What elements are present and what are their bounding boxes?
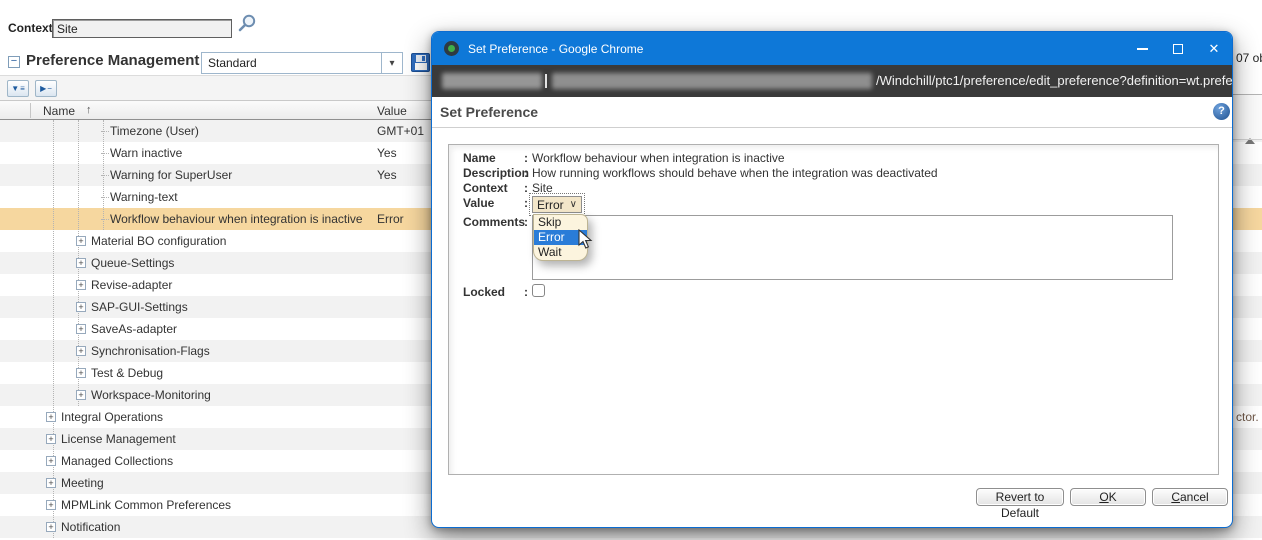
preference-name: SAP-GUI-Settings xyxy=(91,300,188,314)
window-titlebar[interactable]: Set Preference - Google Chrome ✕ xyxy=(432,32,1232,65)
collapse-all-button[interactable]: ▼≡ xyxy=(7,80,29,97)
preference-value: Yes xyxy=(377,168,397,182)
preference-name: Warning for SuperUser xyxy=(110,168,232,182)
description-label: Description xyxy=(463,166,529,180)
revert-to-default-button[interactable]: Revert to Default xyxy=(976,488,1064,506)
set-preference-window: Set Preference - Google Chrome ✕ /Windch… xyxy=(431,31,1233,528)
expand-icon[interactable]: + xyxy=(46,522,56,532)
preference-value: Yes xyxy=(377,146,397,160)
expand-icon[interactable]: + xyxy=(76,236,86,246)
preference-value: Error xyxy=(377,212,404,226)
preference-name: Timezone (User) xyxy=(110,124,199,138)
locked-checkbox[interactable] xyxy=(532,284,545,297)
preference-name: Workflow behaviour when integration is i… xyxy=(110,212,363,226)
name-label: Name xyxy=(463,151,496,165)
preference-name: MPMLink Common Preferences xyxy=(61,498,231,512)
expand-icon[interactable]: + xyxy=(46,500,56,510)
value-column-header[interactable]: Value xyxy=(377,104,407,118)
expand-level-button[interactable]: ▶− xyxy=(35,80,57,97)
redacted-url-segment xyxy=(442,73,542,89)
description-value: How running workflows should behave when… xyxy=(532,166,938,180)
chevron-down-icon: ∨ xyxy=(570,199,577,210)
preference-value: GMT+01 xyxy=(377,124,424,138)
dropdown-option-skip[interactable]: Skip xyxy=(534,215,587,230)
expand-icon[interactable]: + xyxy=(46,456,56,466)
expand-icon[interactable]: + xyxy=(46,434,56,444)
object-count-fragment: 07 ob xyxy=(1236,51,1262,65)
comments-textarea[interactable] xyxy=(532,215,1173,280)
search-icon[interactable] xyxy=(237,13,257,38)
preference-name: Warn inactive xyxy=(110,146,182,160)
view-dropdown-value: Standard xyxy=(202,56,381,70)
address-bar[interactable]: /Windchill/ptc1/preference/edit_preferen… xyxy=(432,65,1232,97)
sort-asc-icon[interactable]: ↑ xyxy=(86,104,92,116)
tree-guide xyxy=(53,120,54,538)
expand-icon[interactable]: + xyxy=(76,280,86,290)
value-select-current: Error xyxy=(537,198,564,212)
dialog-title: Set Preference xyxy=(440,104,538,120)
context-label: Context xyxy=(8,21,53,35)
preference-name: Notification xyxy=(61,520,120,534)
mouse-cursor xyxy=(578,229,594,256)
screen: Context − Preference Management Standard… xyxy=(0,0,1262,540)
name-column-header[interactable]: Name xyxy=(43,104,75,118)
preference-name: Workspace-Monitoring xyxy=(91,388,211,402)
expand-icon[interactable]: + xyxy=(76,324,86,334)
cancel-button[interactable]: Cancel xyxy=(1152,488,1228,506)
preference-name: SaveAs-adapter xyxy=(91,322,177,336)
expand-icon[interactable]: + xyxy=(76,390,86,400)
value-label: Value xyxy=(463,196,494,210)
window-title: Set Preference - Google Chrome xyxy=(468,42,1124,56)
save-view-icon[interactable] xyxy=(411,53,430,72)
preference-name: Test & Debug xyxy=(91,366,163,380)
truncated-cell-text: ctor. xyxy=(1236,410,1259,424)
context-input[interactable] xyxy=(52,19,232,38)
expand-icon[interactable]: + xyxy=(76,302,86,312)
context-value: Site xyxy=(532,181,553,195)
preference-form-panel: Name : Workflow behaviour when integrati… xyxy=(448,144,1219,475)
sort-icon[interactable] xyxy=(1245,121,1255,139)
help-icon[interactable]: ? xyxy=(1213,103,1230,120)
preference-name: License Management xyxy=(61,432,176,446)
view-dropdown[interactable]: Standard ▾ xyxy=(201,52,403,74)
chevron-down-icon[interactable]: ▾ xyxy=(381,53,402,73)
locked-label: Locked xyxy=(463,285,505,299)
preference-name: Managed Collections xyxy=(61,454,173,468)
preference-name: Integral Operations xyxy=(61,410,163,424)
context-label: Context xyxy=(463,181,508,195)
dialog-buttons: Revert to Default OK Cancel xyxy=(976,488,1228,506)
expand-icon[interactable]: + xyxy=(76,346,86,356)
preference-name: Revise-adapter xyxy=(91,278,172,292)
name-value: Workflow behaviour when integration is i… xyxy=(532,151,785,165)
expand-icon[interactable]: + xyxy=(46,478,56,488)
close-button[interactable]: ✕ xyxy=(1196,32,1232,65)
right-edge-strip: 07 ob xyxy=(1233,0,1262,140)
comments-label: Comments xyxy=(463,215,525,229)
dialog-header: Set Preference ? xyxy=(432,97,1232,128)
section-title: Preference Management xyxy=(26,52,199,69)
expand-icon[interactable]: + xyxy=(76,258,86,268)
minimize-button[interactable] xyxy=(1124,32,1160,65)
redacted-url-segment xyxy=(552,73,872,89)
preference-name: Queue-Settings xyxy=(91,256,174,270)
expand-icon[interactable]: + xyxy=(46,412,56,422)
tree-guide xyxy=(103,120,104,230)
preference-name: Warning-text xyxy=(110,190,178,204)
preference-name: Meeting xyxy=(61,476,104,490)
expand-icon[interactable]: + xyxy=(76,368,86,378)
preference-name: Synchronisation-Flags xyxy=(91,344,210,358)
chrome-favicon-icon xyxy=(444,41,459,56)
ok-button[interactable]: OK xyxy=(1070,488,1146,506)
section-collapse-icon[interactable]: − xyxy=(8,56,20,68)
value-select[interactable]: Error ∨ xyxy=(532,196,582,213)
redacted-url-divider xyxy=(545,74,547,88)
maximize-button[interactable] xyxy=(1160,32,1196,65)
preference-name: Material BO configuration xyxy=(91,234,226,248)
url-text: /Windchill/ptc1/preference/edit_preferen… xyxy=(876,65,1233,97)
